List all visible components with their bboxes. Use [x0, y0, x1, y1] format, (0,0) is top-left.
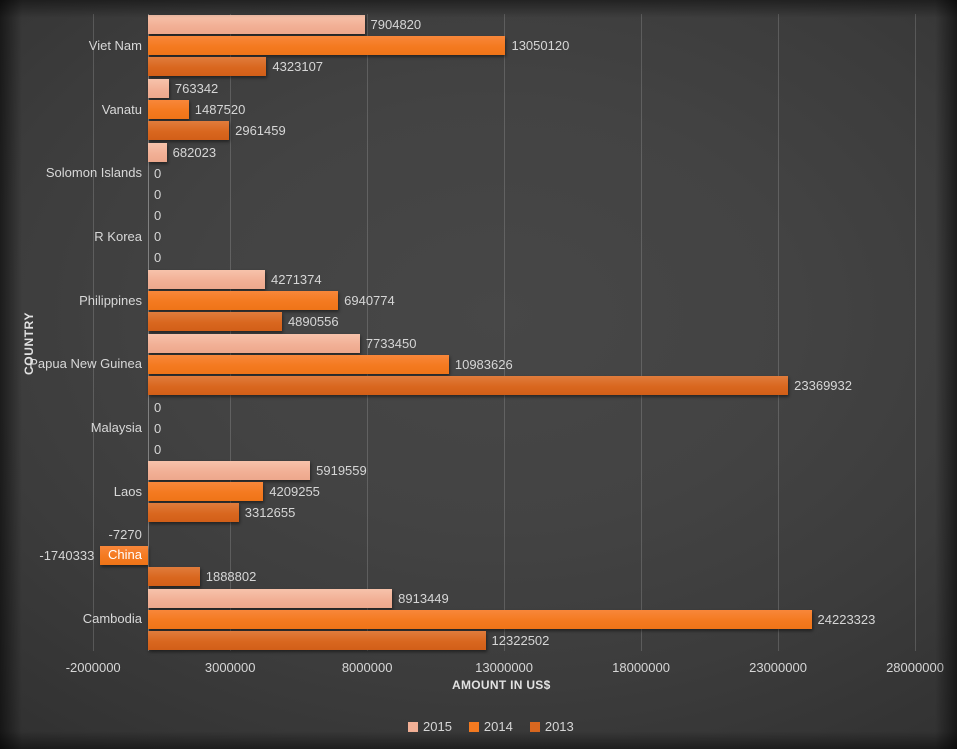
- bar-2014[interactable]: [148, 100, 189, 120]
- bar-2014[interactable]: [148, 482, 264, 502]
- x-gridline: [367, 14, 368, 651]
- bar-2015[interactable]: [148, 79, 169, 99]
- bar-data-label: 4271374: [271, 272, 322, 288]
- legend-swatch-icon: [408, 721, 418, 732]
- legend-swatch-icon: [468, 721, 479, 732]
- bar-2013[interactable]: [148, 375, 789, 395]
- x-gridline: [641, 14, 642, 651]
- bar-2013[interactable]: [148, 312, 282, 332]
- bar-data-label: 4890556: [287, 314, 339, 330]
- bar-2013[interactable]: [148, 121, 230, 141]
- chart-legend: 2015 2014 2013: [408, 719, 574, 734]
- bar-data-label: 0: [154, 186, 162, 202]
- x-gridline: [915, 14, 916, 651]
- legend-swatch-icon: [529, 721, 540, 732]
- legend-item-2014[interactable]: 2014: [468, 719, 513, 734]
- bar-2014[interactable]: [148, 291, 339, 311]
- bar-data-label: 4323107: [272, 59, 324, 75]
- bar-2013[interactable]: [148, 630, 486, 650]
- legend-item-2015[interactable]: 2015: [408, 719, 452, 734]
- bar-data-label: 0: [154, 250, 162, 266]
- bar-2015[interactable]: [148, 270, 265, 290]
- bar-data-label: 13050120: [511, 38, 570, 54]
- bar-data-label: 5919559: [316, 463, 367, 479]
- y-axis-category-label: Solomon Islands: [45, 165, 142, 181]
- x-axis-tick-label: 23000000: [749, 660, 807, 675]
- y-axis-category-label: Laos: [113, 483, 142, 499]
- bar-2015[interactable]: [148, 15, 365, 35]
- bar-data-label: -7270: [108, 526, 142, 542]
- bar-data-label: 0: [154, 441, 162, 457]
- x-axis-tick-label: 3000000: [204, 660, 256, 675]
- y-axis-category-label: Vanatu: [101, 101, 142, 117]
- bar-2014[interactable]: [148, 354, 449, 374]
- bar-data-label: 23369932: [794, 377, 852, 393]
- bar-data-label: 1888802: [205, 568, 257, 584]
- bar-data-label: 6940774: [344, 293, 395, 309]
- bar-data-label: 7733450: [365, 335, 417, 351]
- x-axis-tick-label: 28000000: [886, 660, 944, 675]
- plot-area: -2000000 3000000 8000000 13000000 18000000 23…: [0, 0, 957, 749]
- bar-2015[interactable]: [148, 461, 311, 481]
- x-axis-tick-label: 8000000: [341, 660, 393, 675]
- legend-item-2013[interactable]: 2013: [529, 719, 574, 734]
- bar-data-label: 4209255: [269, 484, 320, 500]
- bar-2015[interactable]: [148, 142, 167, 162]
- y-axis-category-label: R Korea: [94, 228, 142, 244]
- bar-data-label: 10983626: [454, 356, 513, 372]
- bar-data-label: 0: [154, 420, 162, 436]
- y-axis-category-label: Cambodia: [82, 611, 142, 627]
- bar-data-label: 682023: [172, 144, 217, 160]
- y-axis-category-label: Malaysia: [90, 420, 142, 436]
- bar-2015[interactable]: [148, 333, 360, 353]
- x-axis-tick-label: 18000000: [612, 660, 670, 675]
- legend-label: 2015: [423, 719, 452, 734]
- bar-data-label: 24223323: [817, 611, 876, 627]
- bar-data-label: 3312655: [244, 505, 296, 521]
- bar-2013[interactable]: [148, 566, 200, 586]
- x-axis-title: AMOUNT IN US$: [452, 678, 551, 692]
- bar-chart: -2000000 3000000 8000000 13000000 18000000 23…: [0, 0, 957, 749]
- x-gridline: [504, 14, 505, 651]
- bar-data-label: 0: [154, 399, 162, 415]
- bar-2013[interactable]: [148, 57, 267, 77]
- bar-data-label: 0: [154, 208, 162, 224]
- bar-2014[interactable]: [148, 36, 506, 56]
- y-axis-category-label: Philippines: [79, 292, 142, 308]
- bar-data-label: 763342: [174, 81, 219, 97]
- bar-2013[interactable]: [148, 503, 239, 523]
- bar-2014[interactable]: [148, 609, 812, 629]
- bar-data-label: 1487520: [194, 102, 246, 118]
- legend-label: 2013: [544, 719, 574, 734]
- bar-data-label: 12322502: [491, 632, 550, 648]
- y-axis-category-label: Viet Nam: [88, 37, 142, 53]
- bar-data-label: 7904820: [370, 17, 422, 33]
- bar-2015[interactable]: [148, 588, 393, 608]
- y-axis-category-label: China: [108, 547, 142, 563]
- bar-data-label: 8913449: [398, 590, 449, 606]
- bar-data-label: 2961459: [235, 123, 286, 139]
- legend-label: 2014: [483, 719, 513, 734]
- x-gridline: [778, 14, 779, 651]
- x-axis-tick-label: -2000000: [65, 660, 121, 675]
- bar-data-label: 0: [154, 229, 162, 245]
- y-axis-title: COUNTRY: [22, 311, 36, 375]
- bar-data-label: 0: [154, 165, 162, 181]
- x-axis-tick-label: 13000000: [475, 660, 534, 675]
